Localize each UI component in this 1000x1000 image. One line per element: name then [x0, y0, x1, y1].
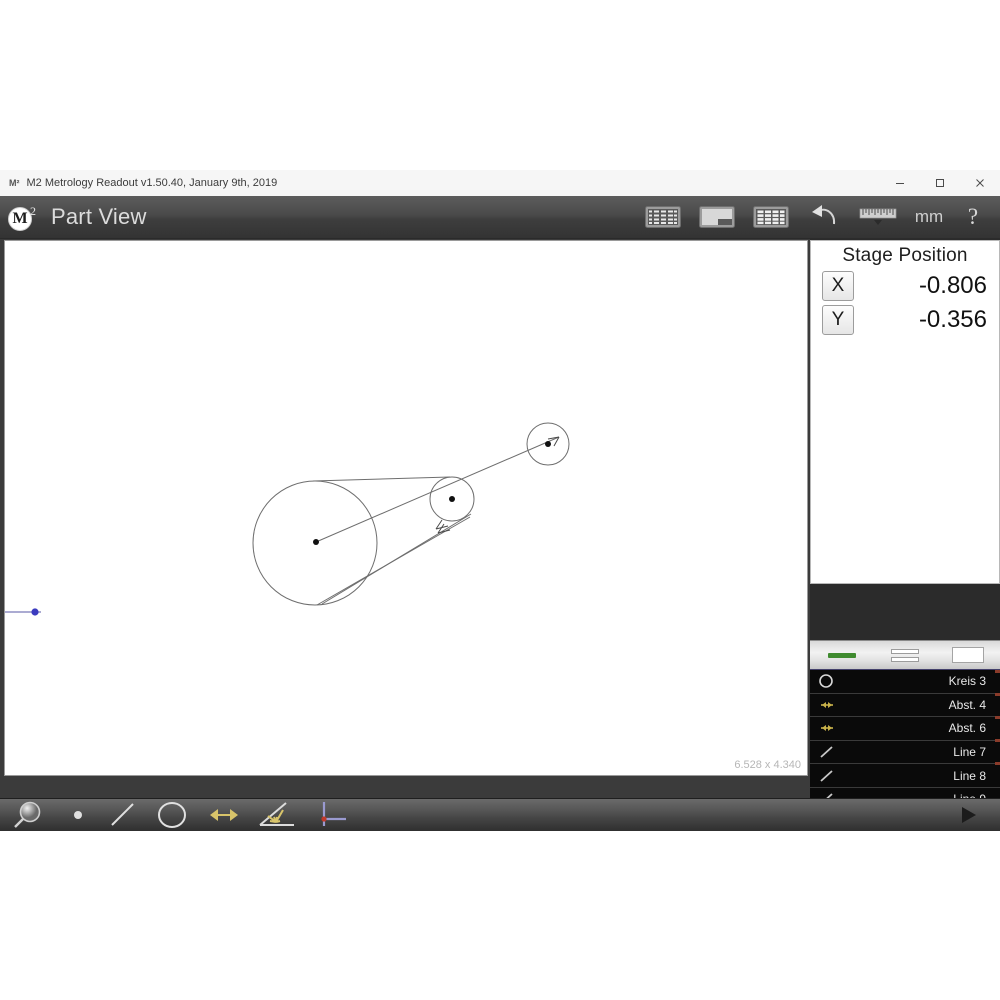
page-title: Part View: [51, 204, 147, 229]
list-item-label: Line 7: [953, 745, 986, 760]
stage-axis-row-y: Y -0.356: [811, 305, 999, 335]
two-lines-button[interactable]: [873, 642, 936, 668]
list-item-label: Abst. 6: [948, 721, 986, 736]
help-button[interactable]: ?: [952, 196, 994, 238]
green-dash-button[interactable]: [810, 642, 873, 668]
right-panel: Stage Position X -0.806 Y -0.356 Kreis 3…: [810, 238, 1000, 798]
datum-icon[interactable]: [304, 799, 358, 831]
minimize-button[interactable]: [880, 170, 920, 196]
tangent-line-top: [312, 476, 451, 482]
data-table-icon[interactable]: [744, 196, 798, 238]
feature-list-toolbar: [810, 640, 1000, 671]
white-rect-button[interactable]: [936, 642, 999, 668]
screenshot-root: M² M2 Metrology Readout v1.50.40, Januar…: [0, 0, 1000, 1000]
main-content: 6.528 x 4.340 Stage Position X -0.806 Y …: [0, 238, 1000, 798]
os-title-bar: M² M2 Metrology Readout v1.50.40, Januar…: [0, 170, 1000, 197]
canvas-dimensions-label: 6.528 x 4.340: [734, 759, 801, 771]
line-icon: [818, 790, 840, 798]
window-title: M2 Metrology Readout v1.50.40, January 9…: [26, 177, 278, 189]
list-item-label: Line 8: [953, 768, 986, 783]
list-item[interactable]: Abst. 6: [810, 717, 1000, 741]
header-toolbar: mm ?: [636, 196, 994, 238]
list-item[interactable]: Line 9: [810, 788, 1000, 798]
white-rect-icon: [951, 647, 984, 663]
circle-icon: [818, 672, 840, 690]
medium-circle-center: [449, 496, 455, 502]
window-controls: [880, 170, 1000, 196]
datum-marker: [5, 608, 41, 616]
next-button[interactable]: [950, 799, 986, 831]
list-item[interactable]: Line 8: [810, 764, 1000, 788]
axis-y-button[interactable]: Y: [822, 305, 854, 335]
logo-superscript: 2: [30, 204, 36, 218]
part-view-canvas[interactable]: 6.528 x 4.340: [4, 240, 808, 776]
application-window: M² M2 Metrology Readout v1.50.40, Januar…: [0, 170, 1000, 831]
magnifier-icon[interactable]: [0, 799, 56, 831]
green-dash-icon: [827, 652, 856, 658]
close-button[interactable]: [960, 170, 1000, 196]
stage-position-title: Stage Position: [842, 245, 968, 266]
bottom-toolbar: [0, 798, 1000, 831]
axis-x-button[interactable]: X: [822, 271, 854, 301]
small-circle-center: [545, 441, 551, 447]
axis-x-value: -0.806: [918, 272, 987, 299]
center-points: [313, 441, 551, 545]
list-item[interactable]: Kreis 3: [810, 670, 1000, 694]
tangent-line-lower-2: [316, 516, 471, 606]
units-label[interactable]: mm: [906, 196, 952, 238]
app-logo: M 2: [8, 202, 42, 232]
feature-list-scrollbar[interactable]: [995, 670, 1000, 798]
maximize-button[interactable]: [920, 170, 960, 196]
arrowhead-medium-circle-2: [435, 519, 449, 530]
feature-list[interactable]: Kreis 3 Abst. 4 Abst. 6 Line 7 Line 8: [810, 670, 1000, 798]
stage-position-panel: Stage Position X -0.806 Y -0.356: [810, 240, 1000, 584]
large-circle-center: [313, 539, 319, 545]
angle-icon[interactable]: [250, 799, 304, 831]
ruler-units-icon[interactable]: [852, 196, 906, 238]
undo-arrow-icon[interactable]: [798, 196, 852, 238]
list-item[interactable]: Line 7: [810, 741, 1000, 765]
logo-letter: M: [8, 207, 32, 231]
distance-arrow-icon: [818, 719, 840, 737]
list-item[interactable]: Abst. 4: [810, 694, 1000, 718]
app-icon: M²: [9, 178, 20, 188]
axis-y-value: -0.356: [918, 306, 987, 333]
geometry-drawing: [5, 422, 570, 616]
circle-icon[interactable]: [146, 799, 198, 831]
line-icon[interactable]: [100, 799, 146, 831]
two-lines-icon: [890, 648, 919, 662]
line-icon: [818, 767, 840, 785]
stage-axis-row-x: X -0.806: [811, 271, 999, 301]
layout-view-icon[interactable]: [690, 196, 744, 238]
report-grid-icon[interactable]: [636, 196, 690, 238]
list-item-label: Kreis 3: [948, 674, 986, 689]
distance-icon[interactable]: [198, 799, 250, 831]
app-header-bar: M 2 Part View mm ?: [0, 196, 1000, 239]
line-icon: [818, 743, 840, 761]
list-item-label: Abst. 4: [948, 697, 986, 712]
point-icon[interactable]: [56, 799, 100, 831]
distance-arrow-icon: [818, 696, 840, 714]
